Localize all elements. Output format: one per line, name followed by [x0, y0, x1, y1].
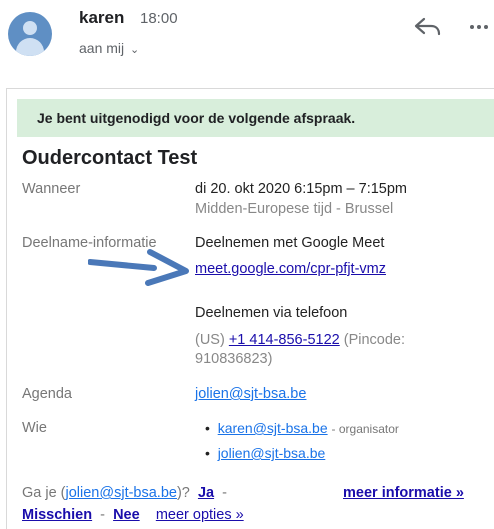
rsvp-email-link[interactable]: jolien@sjt-bsa.be [66, 485, 177, 501]
avatar-head-shape [23, 21, 37, 35]
rsvp-no-link[interactable]: Nee [113, 507, 140, 523]
agenda-label: Agenda [22, 386, 72, 402]
rsvp-question-suffix: )? [176, 485, 190, 501]
chevron-down-icon: ⌄ [130, 44, 140, 56]
more-dot [477, 25, 481, 29]
guest-item: • karen@sjt-bsa.be - organisator [205, 420, 399, 436]
invite-banner: Je bent uitgenodigd voor de volgende afs… [17, 99, 494, 137]
more-dot [470, 25, 474, 29]
bullet-dot: • [205, 420, 210, 436]
meet-link[interactable]: meet.google.com/cpr-pfjt-vmz [195, 261, 386, 277]
guest-email-link[interactable]: karen@sjt-bsa.be [218, 420, 328, 436]
pin-value: 910836823) [195, 351, 273, 367]
agenda-row: jolien@sjt-bsa.be [195, 386, 306, 402]
event-title: Oudercontact Test [22, 147, 198, 169]
rsvp-separator: - [100, 507, 106, 523]
rsvp-separator: - [222, 485, 227, 501]
phone-number-link[interactable]: +1 414-856-5122 [229, 332, 340, 348]
rsvp-question-prefix: Ga je ( [22, 485, 66, 501]
pointer-arrow-icon [88, 249, 189, 286]
meet-link-row: meet.google.com/cpr-pfjt-vmz [195, 261, 386, 277]
sender-avatar[interactable] [8, 12, 52, 56]
rsvp-options-row: Misschien - Nee meer opties » [22, 507, 244, 523]
sender-name[interactable]: karen [79, 8, 124, 28]
avatar-body-shape [16, 38, 44, 56]
phone-row: (US) +1 414-856-5122 (Pincode: [195, 332, 405, 348]
phone-country: (US) [195, 332, 225, 348]
rsvp-yes-link[interactable]: Ja [198, 485, 214, 501]
rsvp-question: Ga je (jolien@sjt-bsa.be)? Ja - [22, 485, 227, 501]
more-horiz-icon[interactable] [470, 25, 494, 33]
when-label: Wanneer [22, 181, 81, 197]
guest-item: • jolien@sjt-bsa.be [205, 445, 325, 461]
timezone-value: Midden-Europese tijd - Brussel [195, 201, 394, 217]
guest-role: - organisator [331, 422, 399, 436]
join-phone-text: Deelnemen via telefoon [195, 305, 348, 321]
when-value: di 20. okt 2020 6:15pm – 7:15pm [195, 181, 408, 197]
pin-label: (Pincode: [343, 332, 406, 348]
recipient-details-toggle[interactable]: aan mij ⌄ [79, 40, 139, 56]
invite-banner-text: Je bent uitgenodigd voor de volgende afs… [37, 110, 356, 126]
calendar-invite-card: Je bent uitgenodigd voor de volgende afs… [6, 88, 494, 529]
join-meet-text: Deelnemen met Google Meet [195, 235, 385, 251]
more-dot [484, 25, 488, 29]
who-label: Wie [22, 420, 47, 436]
guest-email-link[interactable]: jolien@sjt-bsa.be [218, 445, 326, 461]
bullet-dot: • [205, 445, 210, 461]
more-info-link[interactable]: meer informatie » [343, 485, 464, 501]
agenda-link[interactable]: jolien@sjt-bsa.be [195, 386, 306, 402]
more-options-link[interactable]: meer opties » [156, 507, 244, 523]
email-header: karen 18:00 aan mij ⌄ [0, 0, 494, 70]
reply-icon[interactable] [412, 14, 442, 40]
sent-time: 18:00 [140, 10, 178, 27]
rsvp-maybe-link[interactable]: Misschien [22, 507, 92, 523]
recipient-label: aan mij [79, 40, 125, 56]
